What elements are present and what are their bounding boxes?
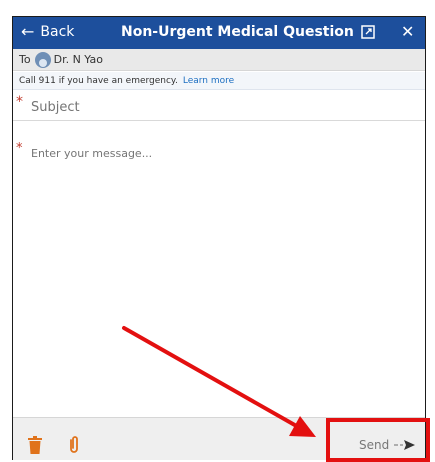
back-label: Back [40,24,75,40]
avatar [34,51,51,68]
window-header: ← Back Non-Urgent Medical Question ✕ [13,17,425,49]
recipient-name[interactable]: Dr. N Yao [54,53,103,66]
subject-row: * [13,91,425,121]
close-icon[interactable]: ✕ [401,22,414,41]
emergency-text: Call 911 if you have an emergency. [19,75,178,86]
annotation-highlight-box [326,418,430,462]
trash-icon[interactable] [27,436,43,454]
required-marker: * [16,141,23,156]
learn-more-link[interactable]: Learn more [183,76,234,86]
subject-input[interactable] [29,95,413,119]
recipient-row: To Dr. N Yao [13,49,425,71]
required-marker: * [16,94,23,110]
emergency-notice: Call 911 if you have an emergency. Learn… [13,72,425,90]
to-label: To [19,53,31,66]
arrow-left-icon: ← [21,22,35,41]
popout-icon[interactable] [361,25,375,39]
message-input[interactable] [29,145,423,409]
back-button[interactable]: ← Back [21,22,75,41]
message-compose-window: ← Back Non-Urgent Medical Question ✕ To … [12,16,426,460]
window-title: Non-Urgent Medical Question [121,24,354,40]
paperclip-icon[interactable] [67,434,81,454]
